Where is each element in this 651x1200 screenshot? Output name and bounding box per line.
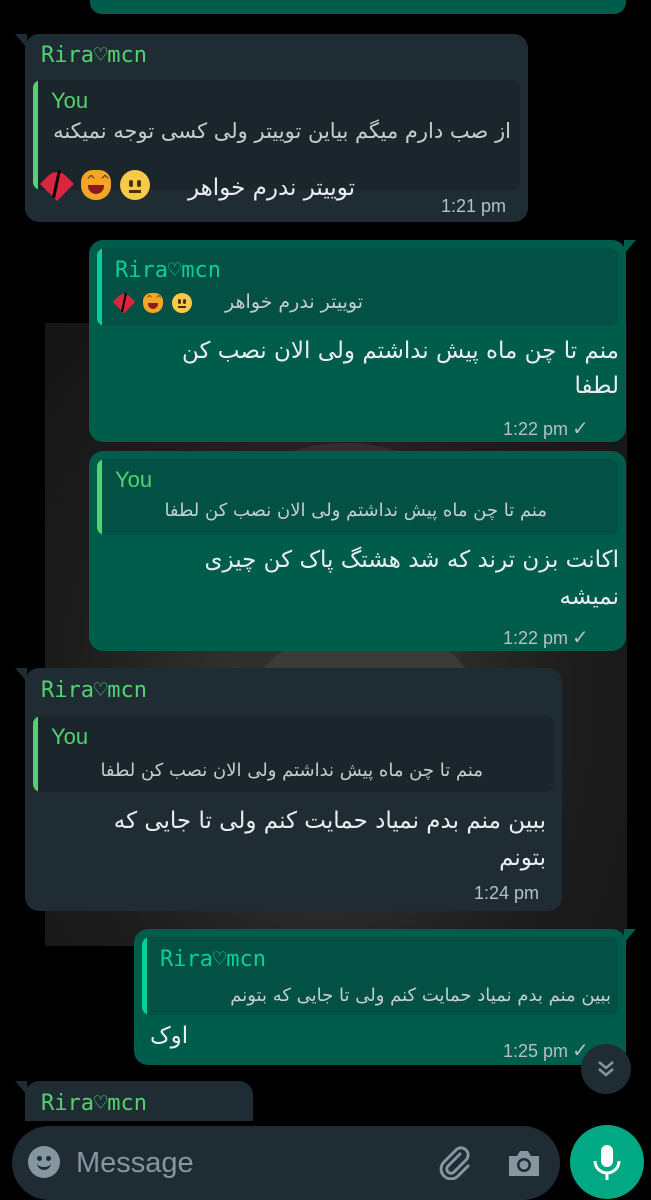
sender-name: Rira♡mcn: [41, 678, 147, 703]
mic-icon: [593, 1145, 621, 1180]
scroll-to-bottom-button[interactable]: [581, 1044, 631, 1094]
broken-heart-icon: [112, 290, 136, 313]
quote-text: توییتر ندرم خواهر: [225, 291, 363, 313]
mic-button[interactable]: [570, 1125, 644, 1199]
quoted-message[interactable]: You: [97, 459, 618, 535]
quote-text: از صب دارم میگم بیاین توییتر ولی کسی توج…: [53, 119, 511, 143]
cat-tears-of-joy-icon: [143, 292, 164, 313]
cat-tears-of-joy-icon: [81, 170, 112, 200]
double-chevron-down-icon: [598, 1061, 614, 1077]
quote-author: Rira♡mcn: [115, 258, 221, 283]
previous-message-bubble[interactable]: [90, 0, 626, 14]
quote-emojis: [112, 290, 194, 313]
message-text-line: نمیشه: [559, 584, 620, 610]
message-time: 1:22 pm ✓: [503, 418, 589, 440]
quote-author: You: [115, 467, 153, 492]
sent-check-icon: ✓: [572, 627, 589, 649]
quoted-message[interactable]: Rira♡mcn: [97, 248, 618, 326]
attach-icon[interactable]: [436, 1144, 472, 1180]
message-text-line: لطفا: [574, 373, 619, 399]
message-text-line: بتونم: [499, 845, 546, 871]
message-input[interactable]: [76, 1140, 406, 1186]
sent-check-icon: ✓: [572, 418, 589, 440]
neutral-face-icon: [120, 170, 151, 200]
message-text-line: ببین منم بدم نمیاد حمایت کنم ولی تا جایی…: [113, 808, 546, 834]
quote-bar: [97, 459, 102, 535]
quote-bar: [142, 937, 147, 1015]
quote-author: You: [51, 88, 89, 113]
quote-author: Rira♡mcn: [160, 947, 266, 972]
message-text-line: منم تا چن ماه پیش نداشتم ولی الان نصب کن: [182, 338, 619, 364]
message-composer: [12, 1126, 560, 1200]
camera-icon[interactable]: [506, 1146, 542, 1180]
message-bubble-incoming[interactable]: Rira♡mcn You: [15, 668, 562, 911]
message-bubble-incoming[interactable]: Rira♡mcn: [15, 1081, 253, 1121]
quote-text: ببین منم بدم نمیاد حمایت کنم ولی تا جایی…: [230, 985, 611, 1006]
quote-author: You: [51, 724, 89, 749]
broken-heart-icon: [40, 167, 74, 201]
message-text-line: اکانت بزن ترند که شد هشتگ پاک کن چیزی: [204, 547, 619, 573]
message-text: اوک: [150, 1023, 189, 1049]
message-text: توییتر ندرم خواهر: [187, 175, 355, 201]
message-emojis: [40, 167, 152, 201]
message-time: 1:24 pm: [474, 883, 540, 903]
message-time: 1:21 pm: [441, 196, 507, 216]
quote-bar: [33, 716, 38, 792]
quote-bar: [97, 248, 102, 326]
quote-text: منم تا چن ماه پیش نداشتم ولی الان نصب کن…: [100, 760, 483, 781]
message-time: 1:25 pm ✓: [503, 1040, 589, 1062]
quote-bar: [33, 80, 38, 190]
quote-text: منم تا چن ماه پیش نداشتم ولی الان نصب کن…: [164, 500, 547, 521]
sender-name: Rira♡mcn: [41, 43, 147, 68]
neutral-face-icon: [172, 292, 193, 313]
message-time: 1:22 pm ✓: [503, 627, 589, 649]
sender-name: Rira♡mcn: [41, 1091, 147, 1116]
emoji-icon[interactable]: [28, 1146, 60, 1178]
